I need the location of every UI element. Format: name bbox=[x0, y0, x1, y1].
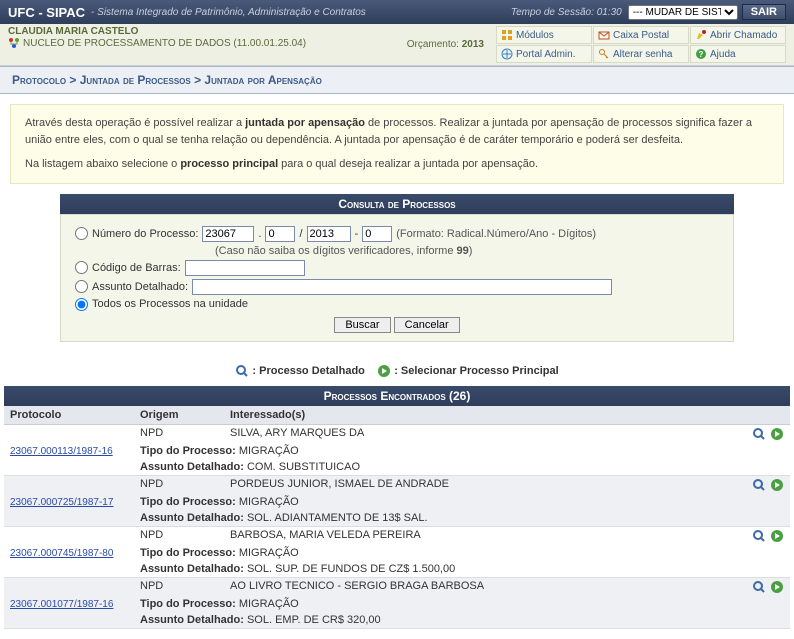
legend: : Processo Detalhado : Selecionar Proces… bbox=[0, 356, 794, 386]
svg-text:?: ? bbox=[699, 50, 704, 59]
search-button[interactable]: Buscar bbox=[334, 317, 390, 333]
radio-todos[interactable] bbox=[75, 298, 88, 311]
ticket-icon bbox=[695, 29, 707, 41]
cell-origem: NPD bbox=[140, 478, 230, 492]
label-todos: Todos os Processos na unidade bbox=[92, 298, 248, 310]
link-portal-admin[interactable]: Portal Admin. bbox=[496, 45, 592, 63]
table-row: NPDSILVA, ARY MARQUES DA 23067.000113/198… bbox=[4, 425, 790, 476]
select-process-icon[interactable] bbox=[770, 529, 784, 543]
input-radical[interactable] bbox=[202, 226, 254, 242]
info-box: Através desta operação é possível realiz… bbox=[10, 104, 784, 184]
results-title: Processos Encontrados (26) bbox=[4, 386, 790, 406]
budget-year: Orçamento: 2013 bbox=[407, 39, 484, 50]
radio-codigo-barras[interactable] bbox=[75, 261, 88, 274]
cell-origem: NPD bbox=[140, 529, 230, 543]
zoom-icon bbox=[235, 364, 249, 378]
link-abrir-chamado[interactable]: Abrir Chamado bbox=[690, 26, 786, 44]
detail-icon[interactable] bbox=[752, 529, 766, 543]
link-modulos[interactable]: Módulos bbox=[496, 26, 592, 44]
system-name: UFC - SIPAC bbox=[8, 5, 85, 20]
cancel-button[interactable]: Cancelar bbox=[394, 317, 460, 333]
table-row: NPDPORDEUS JUNIOR, ISMAEL DE ANDRADE 2306… bbox=[4, 476, 790, 527]
radio-assunto[interactable] bbox=[75, 280, 88, 293]
protocol-link[interactable]: 23067.000113/1987-16 bbox=[10, 446, 113, 457]
link-alterar-senha[interactable]: Alterar senha bbox=[593, 45, 689, 63]
select-process-icon[interactable] bbox=[770, 580, 784, 594]
input-numero[interactable] bbox=[265, 226, 295, 242]
user-bar: CLAUDIA MARIA CASTELO NUCLEO DE PROCESSA… bbox=[0, 24, 794, 66]
cell-origem: NPD bbox=[140, 580, 230, 594]
col-protocolo: Protocolo bbox=[10, 409, 140, 421]
col-interessado: Interessado(s) bbox=[230, 409, 736, 421]
mailbox-icon bbox=[598, 29, 610, 41]
input-digitos[interactable] bbox=[362, 226, 392, 242]
quick-links: Módulos Caixa Postal Abrir Chamado Porta… bbox=[496, 26, 786, 63]
col-origem: Origem bbox=[140, 409, 230, 421]
exit-button[interactable]: SAIR bbox=[742, 4, 786, 20]
table-row: NPDBARBOSA, MARIA VELEDA PEREIRA 23067.00… bbox=[4, 527, 790, 578]
search-panel: Consulta de Processos Número do Processo… bbox=[60, 194, 734, 342]
detail-icon[interactable] bbox=[752, 580, 766, 594]
link-ajuda[interactable]: ?Ajuda bbox=[690, 45, 786, 63]
select-process-icon[interactable] bbox=[770, 478, 784, 492]
protocol-link[interactable]: 23067.000745/1987-80 bbox=[10, 548, 113, 559]
unit-tree-icon bbox=[8, 37, 20, 49]
select-process-icon[interactable] bbox=[770, 427, 784, 441]
switch-system-select[interactable]: --- MUDAR DE SISTE bbox=[628, 5, 738, 20]
protocol-link[interactable]: 23067.000725/1987-17 bbox=[10, 497, 113, 508]
select-icon bbox=[377, 364, 391, 378]
input-codigo-barras[interactable] bbox=[185, 260, 305, 276]
search-panel-title: Consulta de Processos bbox=[60, 194, 734, 214]
label-numero: Número do Processo: bbox=[92, 228, 198, 240]
user-name: CLAUDIA MARIA CASTELO bbox=[8, 26, 407, 37]
system-desc: - Sistema Integrado de Patrimônio, Admin… bbox=[91, 7, 511, 18]
results-grid: Processos Encontrados (26) Protocolo Ori… bbox=[4, 386, 790, 629]
label-assunto: Assunto Detalhado: bbox=[92, 281, 188, 293]
help-icon: ? bbox=[695, 48, 707, 60]
table-row: NPDAO LIVRO TECNICO - SERGIO BRAGA BARBO… bbox=[4, 578, 790, 629]
label-codigo-barras: Código de Barras: bbox=[92, 262, 181, 274]
modules-icon bbox=[501, 29, 513, 41]
protocol-link[interactable]: 23067.001077/1987-16 bbox=[10, 599, 113, 610]
detail-icon[interactable] bbox=[752, 427, 766, 441]
detail-icon[interactable] bbox=[752, 478, 766, 492]
cell-interessado: PORDEUS JUNIOR, ISMAEL DE ANDRADE bbox=[230, 478, 736, 492]
input-ano[interactable] bbox=[307, 226, 351, 242]
session-label: Tempo de Sessão: 01:30 bbox=[511, 7, 622, 18]
cell-origem: NPD bbox=[140, 427, 230, 441]
results-header: Protocolo Origem Interessado(s) bbox=[4, 406, 790, 425]
cell-interessado: SILVA, ARY MARQUES DA bbox=[230, 427, 736, 441]
link-caixa-postal[interactable]: Caixa Postal bbox=[593, 26, 689, 44]
admin-icon bbox=[501, 48, 513, 60]
cell-interessado: BARBOSA, MARIA VELEDA PEREIRA bbox=[230, 529, 736, 543]
radio-numero[interactable] bbox=[75, 227, 88, 240]
breadcrumb: Protocolo > Juntada de Processos > Junta… bbox=[0, 66, 794, 94]
key-icon bbox=[598, 48, 610, 60]
user-unit: NUCLEO DE PROCESSAMENTO DE DADOS (11.00.… bbox=[8, 37, 407, 49]
format-hint: (Formato: Radical.Número/Ano - Dígitos) bbox=[396, 228, 596, 240]
cell-interessado: AO LIVRO TECNICO - SERGIO BRAGA BARBOSA bbox=[230, 580, 736, 594]
input-assunto[interactable] bbox=[192, 279, 612, 295]
top-bar: UFC - SIPAC - Sistema Integrado de Patri… bbox=[0, 0, 794, 24]
dv-hint: (Caso não saiba os dígitos verificadores… bbox=[215, 245, 719, 257]
